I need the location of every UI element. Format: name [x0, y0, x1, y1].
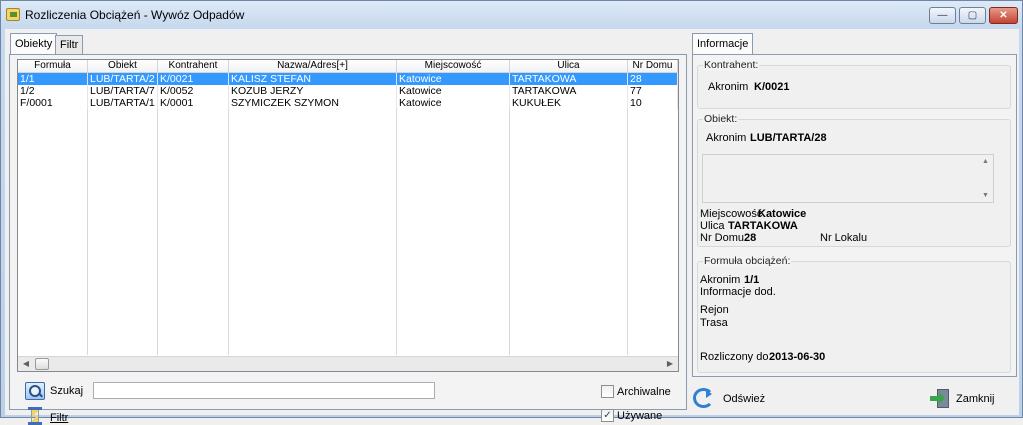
obiekt-notes-memo[interactable]: ▲ ▼	[702, 154, 994, 203]
close-window-button[interactable]: ✕	[989, 7, 1018, 24]
ulica-value: TARTAKOWA	[728, 220, 798, 232]
nr-domu-label: Nr Domu	[700, 232, 745, 244]
tab-filtr[interactable]: Filtr	[55, 35, 84, 54]
cell-kontrahent: K/0052	[158, 85, 229, 97]
obiekt-akronim-label: Akronim	[706, 132, 747, 144]
archiwalne-checkbox[interactable]	[601, 385, 614, 398]
cell-miejscowosc: Katowice	[397, 85, 510, 97]
archiwalne-label: Archiwalne	[617, 386, 671, 398]
window-title: Rozliczenia Obciążeń - Wywóz Odpadów	[25, 8, 245, 22]
uzywane-label: Używane	[617, 410, 663, 422]
client-area: Obiekty Filtr Formuła Obiekt Kontrahent …	[5, 29, 1019, 425]
close-button[interactable]: Zamknij	[956, 393, 995, 405]
minimize-button[interactable]: —	[929, 7, 956, 24]
obiekt-group: Obiekt: Akronim LUB/TARTA/28 ▲ ▼ Miejsco…	[697, 113, 1011, 247]
scroll-thumb[interactable]	[35, 358, 49, 370]
ulica-label: Ulica	[700, 220, 725, 232]
uzywane-checkbox[interactable]: ✓	[601, 409, 614, 422]
app-icon	[6, 8, 20, 21]
cell-kontrahent: K/0001	[158, 97, 229, 109]
cell-nr-domu: 10	[628, 97, 678, 109]
table-row[interactable]: 1/2 LUB/TARTA/7 K/0052 KOZUB JERZY Katow…	[18, 85, 678, 97]
cell-obiekt: LUB/TARTA/2	[88, 73, 158, 85]
formula-group: Formuła obciążeń: Akronim 1/1 Informacje…	[697, 255, 1011, 373]
col-header-obiekt[interactable]: Obiekt	[88, 60, 158, 73]
formula-akronim-value: 1/1	[744, 274, 760, 286]
cell-obiekt: LUB/TARTA/7	[88, 85, 158, 97]
cell-formula: F/0001	[18, 97, 88, 109]
kontrahent-akronim-value: K/0021	[754, 81, 790, 93]
nr-domu-value: 28	[744, 232, 757, 244]
kontrahent-group: Kontrahent: Akronim K/0021	[697, 59, 1011, 109]
maximize-button[interactable]: ▢	[959, 7, 986, 24]
refresh-icon[interactable]	[693, 388, 714, 408]
search-icon[interactable]	[25, 382, 45, 400]
scroll-left-icon[interactable]: ◀	[19, 358, 33, 370]
col-header-kontrahent[interactable]: Kontrahent	[158, 60, 229, 73]
trasa-label: Trasa	[700, 317, 728, 329]
refresh-button[interactable]: Odśwież	[723, 393, 765, 405]
objects-grid[interactable]: Formuła Obiekt Kontrahent Nazwa/Adres[+]…	[17, 59, 679, 372]
app-window: Rozliczenia Obciążeń - Wywóz Odpadów — ▢…	[0, 0, 1023, 425]
col-header-nr-domu[interactable]: Nr Domu	[628, 60, 678, 73]
kontrahent-akronim-label: Akronim	[708, 81, 749, 93]
cell-miejscowosc: Katowice	[397, 73, 510, 85]
informacje-dod-label: Informacje dod.	[700, 286, 776, 298]
cell-ulica: TARTAKOWA	[510, 73, 628, 85]
cell-miejscowosc: Katowice	[397, 97, 510, 109]
cell-nr-domu: 28	[628, 73, 678, 85]
col-header-ulica[interactable]: Ulica	[510, 60, 628, 73]
col-header-miejscowosc[interactable]: Miejscowość	[397, 60, 510, 73]
scroll-up-icon[interactable]: ▲	[982, 158, 989, 165]
cell-nazwa: KALISZ STEFAN	[229, 73, 397, 85]
cell-ulica: TARTAKOWA	[510, 85, 628, 97]
grid-horizontal-scrollbar[interactable]: ◀ ▶	[18, 356, 678, 371]
cell-ulica: KUKUŁEK	[510, 97, 628, 109]
search-input[interactable]	[93, 382, 435, 399]
grid-header: Formuła Obiekt Kontrahent Nazwa/Adres[+]…	[18, 60, 678, 73]
rejon-label: Rejon	[700, 304, 729, 316]
hourglass-icon[interactable]	[28, 407, 42, 425]
miejscowosc-value: Katowice	[758, 208, 807, 220]
rozliczony-value: 2013-06-30	[769, 351, 826, 363]
cell-nr-domu: 77	[628, 85, 678, 97]
rozliczony-label: Rozliczony do	[700, 351, 769, 363]
formula-group-title: Formuła obciążeń:	[703, 255, 792, 267]
table-row[interactable]: 1/1 LUB/TARTA/2 K/0021 KALISZ STEFAN Kat…	[18, 73, 678, 85]
col-header-formula[interactable]: Formuła	[18, 60, 88, 73]
title-bar[interactable]: Rozliczenia Obciążeń - Wywóz Odpadów — ▢…	[1, 1, 1022, 29]
obiekt-akronim-value: LUB/TARTA/28	[750, 132, 827, 144]
cell-nazwa: KOZUB JERZY	[229, 85, 397, 97]
cell-formula: 1/1	[18, 73, 88, 85]
cell-formula: 1/2	[18, 85, 88, 97]
tab-informacje[interactable]: Informacje	[692, 33, 754, 55]
scroll-down-icon[interactable]: ▼	[982, 192, 989, 199]
cell-kontrahent: K/0021	[158, 73, 229, 85]
search-label: Szukaj	[50, 385, 84, 397]
grid-body: 1/1 LUB/TARTA/2 K/0021 KALISZ STEFAN Kat…	[18, 73, 678, 357]
obiekt-group-title: Obiekt:	[703, 113, 739, 125]
objects-panel: Formuła Obiekt Kontrahent Nazwa/Adres[+]…	[9, 54, 687, 425]
cell-obiekt: LUB/TARTA/1	[88, 97, 158, 109]
exit-door-icon[interactable]	[930, 389, 950, 409]
tab-obiekty[interactable]: Obiekty	[10, 33, 58, 55]
scroll-right-icon[interactable]: ▶	[663, 358, 677, 370]
kontrahent-group-title: Kontrahent:	[703, 59, 760, 71]
formula-akronim-label: Akronim	[700, 274, 741, 286]
nr-lokalu-label: Nr Lokalu	[820, 232, 868, 244]
cell-nazwa: SZYMICZEK SZYMON	[229, 97, 397, 109]
memo-scrollbar[interactable]: ▲ ▼	[979, 155, 993, 202]
miejscowosc-label: Miejscowość	[700, 208, 763, 220]
info-panel: Kontrahent: Akronim K/0021 Obiekt: Akron…	[692, 54, 1017, 377]
col-header-nazwa[interactable]: Nazwa/Adres[+]	[229, 60, 397, 73]
filter-link[interactable]: Filtr	[50, 412, 68, 424]
table-row[interactable]: F/0001 LUB/TARTA/1 K/0001 SZYMICZEK SZYM…	[18, 97, 678, 109]
